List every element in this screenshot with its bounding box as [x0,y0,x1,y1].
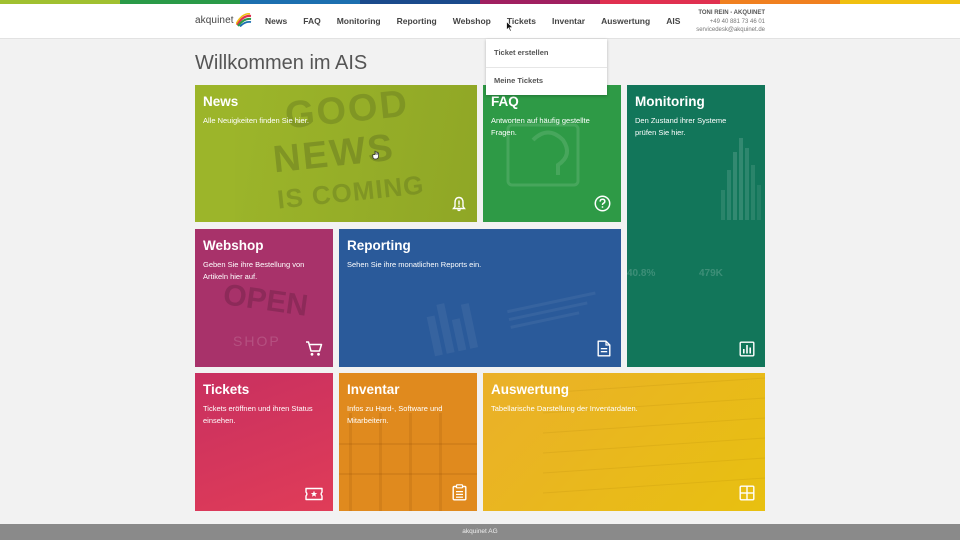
footer-text: akquinet AG [462,528,498,535]
nav-inventar[interactable]: Inventar [552,16,585,26]
nav-monitoring[interactable]: Monitoring [337,16,381,26]
user-name[interactable]: TONI REIN - AKQUINET [696,9,765,18]
tile-inventar-title: Inventar [347,382,400,397]
tile-webshop-title: Webshop [203,238,264,253]
tile-auswertung-description: Tabellarische Darstellung der Inventarda… [491,404,638,413]
news-background-word-3: IS COMING [275,169,426,215]
nav-auswertung[interactable]: Auswertung [601,16,650,26]
clipboard-list-icon [452,484,467,501]
menu-divider [486,67,607,68]
tile-tickets-title: Tickets [203,382,250,397]
grid-table-icon [739,485,755,501]
tile-monitoring-description: Den Zustand ihrer Systeme prüfen Sie hie… [635,116,727,137]
user-info: TONI REIN - AKQUINET +49 40 881 73 46 01… [696,9,765,35]
tile-monitoring-title: Monitoring [635,94,705,109]
logo-text: akquinet [195,14,234,26]
ticket-star-icon [305,487,323,501]
tile-faq[interactable]: FAQ Antworten auf häufig gestellte Frage… [483,85,621,222]
nav-ais[interactable]: AIS [666,16,680,26]
footer: akquinet AG [0,524,960,540]
menu-item-meine-tickets[interactable]: Meine Tickets [494,76,543,85]
user-phone: +49 40 881 73 46 01 [709,18,765,25]
logo[interactable]: akquinet [195,13,252,27]
logo-swoosh-icon [235,13,251,27]
shopping-cart-icon [306,341,323,356]
monitoring-background-value-1: 40.8% [627,268,656,279]
tile-monitoring[interactable]: 40.8% 479K Monitoring Den Zustand ihrer … [627,85,765,367]
tile-reporting-description: Sehen Sie ihre monatlichen Reports ein. [347,260,482,269]
tile-reporting-title: Reporting [347,238,411,253]
nav-news[interactable]: News [265,16,287,26]
document-icon [597,340,611,357]
monitoring-background-chart [721,138,761,220]
tile-tickets[interactable]: Tickets Tickets eröffnen und ihren Statu… [195,373,333,511]
tile-reporting[interactable]: Reporting Sehen Sie ihre monatlichen Rep… [339,229,621,367]
tile-news-description: Alle Neuigkeiten finden Sie hier. [203,116,309,125]
bar-chart-icon [739,341,755,357]
tile-faq-title: FAQ [491,94,519,109]
tile-auswertung-title: Auswertung [491,382,570,397]
tile-inventar[interactable]: Inventar Infos zu Hard-, Software und Mi… [339,373,477,511]
menu-item-ticket-erstellen[interactable]: Ticket erstellen [494,48,548,57]
header: akquinet News FAQ Monitoring Reporting W… [0,4,960,39]
nav-reporting[interactable]: Reporting [397,16,437,26]
page-title: Willkommen im AIS [195,52,368,74]
mouse-cursor-icon [506,21,514,32]
news-background-word-1: GOOD [283,85,411,138]
news-background-image [235,85,477,222]
nav-faq[interactable]: FAQ [303,16,320,26]
webshop-background-word-2: SHOP [233,333,281,349]
nav-webshop[interactable]: Webshop [453,16,491,26]
monitoring-background-value-2: 479K [699,268,723,279]
tile-tickets-description: Tickets eröffnen und ihren Status einseh… [203,404,313,425]
reporting-background-image [426,291,596,357]
tile-news[interactable]: GOOD NEWS IS COMING News Alle Neuigkeite… [195,85,477,222]
user-email[interactable]: servicedesk@akquinet.de [696,26,765,35]
tickets-dropdown-menu: Ticket erstellen Meine Tickets [486,39,607,95]
tile-inventar-description: Infos zu Hard-, Software und Mitarbeiter… [347,404,443,425]
tile-news-title: News [203,94,239,109]
tile-webshop[interactable]: OPEN SHOP Webshop Geben Sie ihre Bestell… [195,229,333,367]
tile-faq-description: Antworten auf häufig gestellte Fragen. [491,116,590,137]
tile-webshop-description: Geben Sie ihre Bestellung von Artikeln h… [203,260,305,281]
webshop-background-word-1: OPEN [221,278,310,323]
main-nav: News FAQ Monitoring Reporting Webshop Ti… [265,16,696,26]
question-circle-icon [594,195,611,212]
hand-cursor-icon [372,150,379,160]
auswertung-background-image [543,377,765,494]
tile-auswertung[interactable]: Auswertung Tabellarische Darstellung der… [483,373,765,511]
bell-alert-icon [452,196,466,212]
